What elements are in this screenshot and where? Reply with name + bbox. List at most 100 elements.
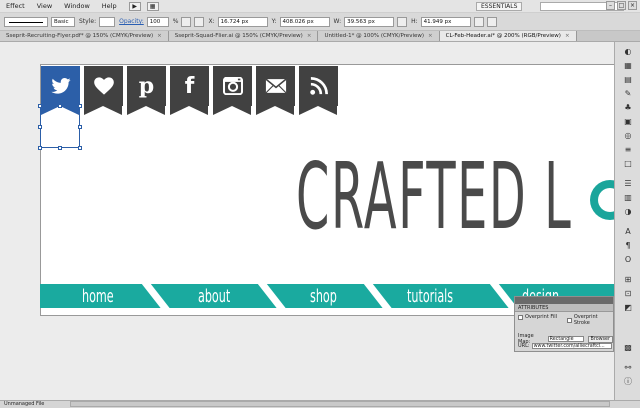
- close-tab-icon[interactable]: ×: [307, 33, 312, 39]
- x-label: X:: [208, 18, 215, 25]
- menu-window[interactable]: Window: [58, 2, 96, 10]
- pathfinder-icon[interactable]: ◩: [621, 302, 635, 313]
- facebook-icon: f: [184, 73, 195, 99]
- attributes-panel-title[interactable]: ATTRIBUTES: [515, 304, 613, 312]
- maximize-icon[interactable]: □: [617, 1, 626, 10]
- h-label: H:: [411, 18, 418, 25]
- tab-document-3[interactable]: Untitled-1* @ 100% (CMYK/Preview) ×: [318, 31, 440, 41]
- panel-drag-bar[interactable]: [515, 297, 613, 304]
- height-field[interactable]: 41.949 px: [420, 16, 471, 27]
- style-label: Style:: [79, 18, 97, 25]
- pinterest-banner[interactable]: p: [127, 66, 166, 115]
- image-map-dropdown[interactable]: Rectangle: [547, 336, 584, 342]
- info-icon[interactable]: ⓘ: [621, 376, 635, 387]
- close-tab-icon[interactable]: ×: [428, 33, 433, 39]
- selection-handle[interactable]: [78, 146, 82, 150]
- overprint-fill-checkbox[interactable]: [518, 314, 523, 320]
- x-field[interactable]: 16.724 px: [217, 16, 268, 27]
- selection-handle[interactable]: [38, 146, 42, 150]
- selection-handle[interactable]: [78, 104, 82, 108]
- menu-view[interactable]: View: [31, 2, 58, 10]
- transform-panel-icon[interactable]: ⊡: [621, 288, 635, 299]
- selection-handle[interactable]: [38, 104, 42, 108]
- style-dropdown[interactable]: [99, 16, 116, 27]
- document-tabs: Sseprit-Recruiting-Flyer.pdf* @ 150% (CM…: [0, 31, 640, 42]
- menu-help[interactable]: Help: [96, 2, 123, 10]
- stroke-weight-dropdown[interactable]: [4, 16, 48, 27]
- overprint-fill-row[interactable]: Overprint Fill: [518, 314, 557, 320]
- menu-effect[interactable]: Effect: [0, 2, 31, 10]
- opacity-label[interactable]: Opacity:: [119, 18, 144, 25]
- align-panel-icon[interactable]: ⊞: [621, 274, 635, 285]
- layers-icon[interactable]: ≡: [621, 144, 635, 155]
- selection-handle[interactable]: [58, 104, 62, 108]
- character-icon[interactable]: A: [621, 226, 635, 237]
- rss-icon: [299, 71, 338, 101]
- swatches-icon[interactable]: ▤: [621, 74, 635, 85]
- arrange-documents-icon[interactable]: ▦: [146, 1, 159, 11]
- instagram-icon: [213, 71, 252, 101]
- transparency-icon[interactable]: ◑: [621, 206, 635, 217]
- panel-menu-icon[interactable]: [486, 16, 497, 27]
- gradient-icon[interactable]: ▥: [621, 192, 635, 203]
- control-bar: Basic Style: Opacity: 100 % X: 16.724 px…: [0, 13, 640, 31]
- facebook-banner[interactable]: f: [170, 66, 209, 115]
- brushes-icon[interactable]: ✎: [621, 88, 635, 99]
- nav-tutorials[interactable]: tutorials: [407, 286, 453, 307]
- tab-document-1[interactable]: Sseprit-Recruiting-Flyer.pdf* @ 150% (CM…: [0, 31, 169, 41]
- heart-banner[interactable]: [84, 66, 123, 115]
- headline-text[interactable]: CRAFTED L: [296, 151, 572, 243]
- nav-divider: [360, 284, 397, 308]
- color-guide-icon[interactable]: ▦: [621, 60, 635, 71]
- graphic-styles-icon[interactable]: ▣: [621, 116, 635, 127]
- instagram-banner[interactable]: [213, 66, 252, 115]
- transform-icon[interactable]: [473, 16, 484, 27]
- minimize-icon[interactable]: –: [606, 1, 615, 10]
- stroke-profile-dropdown[interactable]: Basic: [51, 16, 75, 27]
- right-panel-dock: ◐ ▦ ▤ ✎ ♣ ▣ ◎ ≡ □ ☰ ▥ ◑ A ¶ O ⊞ ⊡ ◩ ▩ ⚯ …: [614, 42, 640, 400]
- workspace-switcher[interactable]: ESSENTIALS: [476, 2, 523, 11]
- close-icon[interactable]: ×: [628, 1, 637, 10]
- w-label: W:: [333, 18, 342, 25]
- selection-handle[interactable]: [58, 146, 62, 150]
- twitter-icon: [41, 71, 80, 101]
- artboards-icon[interactable]: □: [621, 158, 635, 169]
- tab-document-4[interactable]: CL-Feb-Header.ai* @ 200% (RGB/Preview) ×: [439, 31, 577, 41]
- url-field[interactable]: www.twitter.com/alliecraftcl...: [531, 343, 612, 349]
- tab-document-2[interactable]: Sseprit-Squad-Flier.ai @ 150% (CMYK/Prev…: [168, 31, 319, 41]
- link-proportions-icon[interactable]: [397, 16, 408, 27]
- y-field[interactable]: 408.026 px: [279, 16, 330, 27]
- nav-home[interactable]: home: [82, 286, 114, 307]
- twitter-banner[interactable]: [41, 66, 80, 115]
- width-field[interactable]: 39.563 px: [344, 16, 395, 27]
- horizontal-scrollbar[interactable]: [70, 401, 610, 407]
- attributes-icon[interactable]: ▩: [621, 342, 635, 353]
- overprint-stroke-row[interactable]: Overprint Stroke: [567, 314, 613, 326]
- nav-divider: [254, 284, 291, 308]
- stroke-icon[interactable]: ☰: [621, 178, 635, 189]
- opentype-icon[interactable]: O: [621, 254, 635, 265]
- paragraph-icon[interactable]: ¶: [621, 240, 635, 251]
- mail-banner[interactable]: [256, 66, 295, 115]
- overprint-stroke-checkbox[interactable]: [567, 317, 572, 323]
- opacity-field[interactable]: 100: [146, 16, 169, 27]
- reference-point-icon[interactable]: [194, 16, 205, 27]
- symbols-icon[interactable]: ♣: [621, 102, 635, 113]
- status-text[interactable]: Unmanaged File: [4, 401, 44, 407]
- close-tab-icon[interactable]: ×: [565, 33, 570, 39]
- close-tab-icon[interactable]: ×: [157, 33, 162, 39]
- links-icon[interactable]: ⚯: [621, 362, 635, 373]
- selection-bounding-box[interactable]: [40, 106, 80, 148]
- align-icon[interactable]: [181, 16, 192, 27]
- nav-shop[interactable]: shop: [310, 286, 337, 307]
- mail-icon: [256, 71, 295, 101]
- selection-handle[interactable]: [78, 125, 82, 129]
- appearance-icon[interactable]: ◎: [621, 130, 635, 141]
- attributes-panel: ATTRIBUTES Overprint Fill Overprint Stro…: [514, 296, 614, 352]
- browser-button[interactable]: Browser: [587, 335, 613, 343]
- selection-handle[interactable]: [38, 125, 42, 129]
- color-icon[interactable]: ◐: [621, 46, 635, 57]
- bridge-icon[interactable]: ▶: [128, 1, 141, 11]
- nav-about[interactable]: about: [198, 286, 230, 307]
- rss-banner[interactable]: [299, 66, 338, 115]
